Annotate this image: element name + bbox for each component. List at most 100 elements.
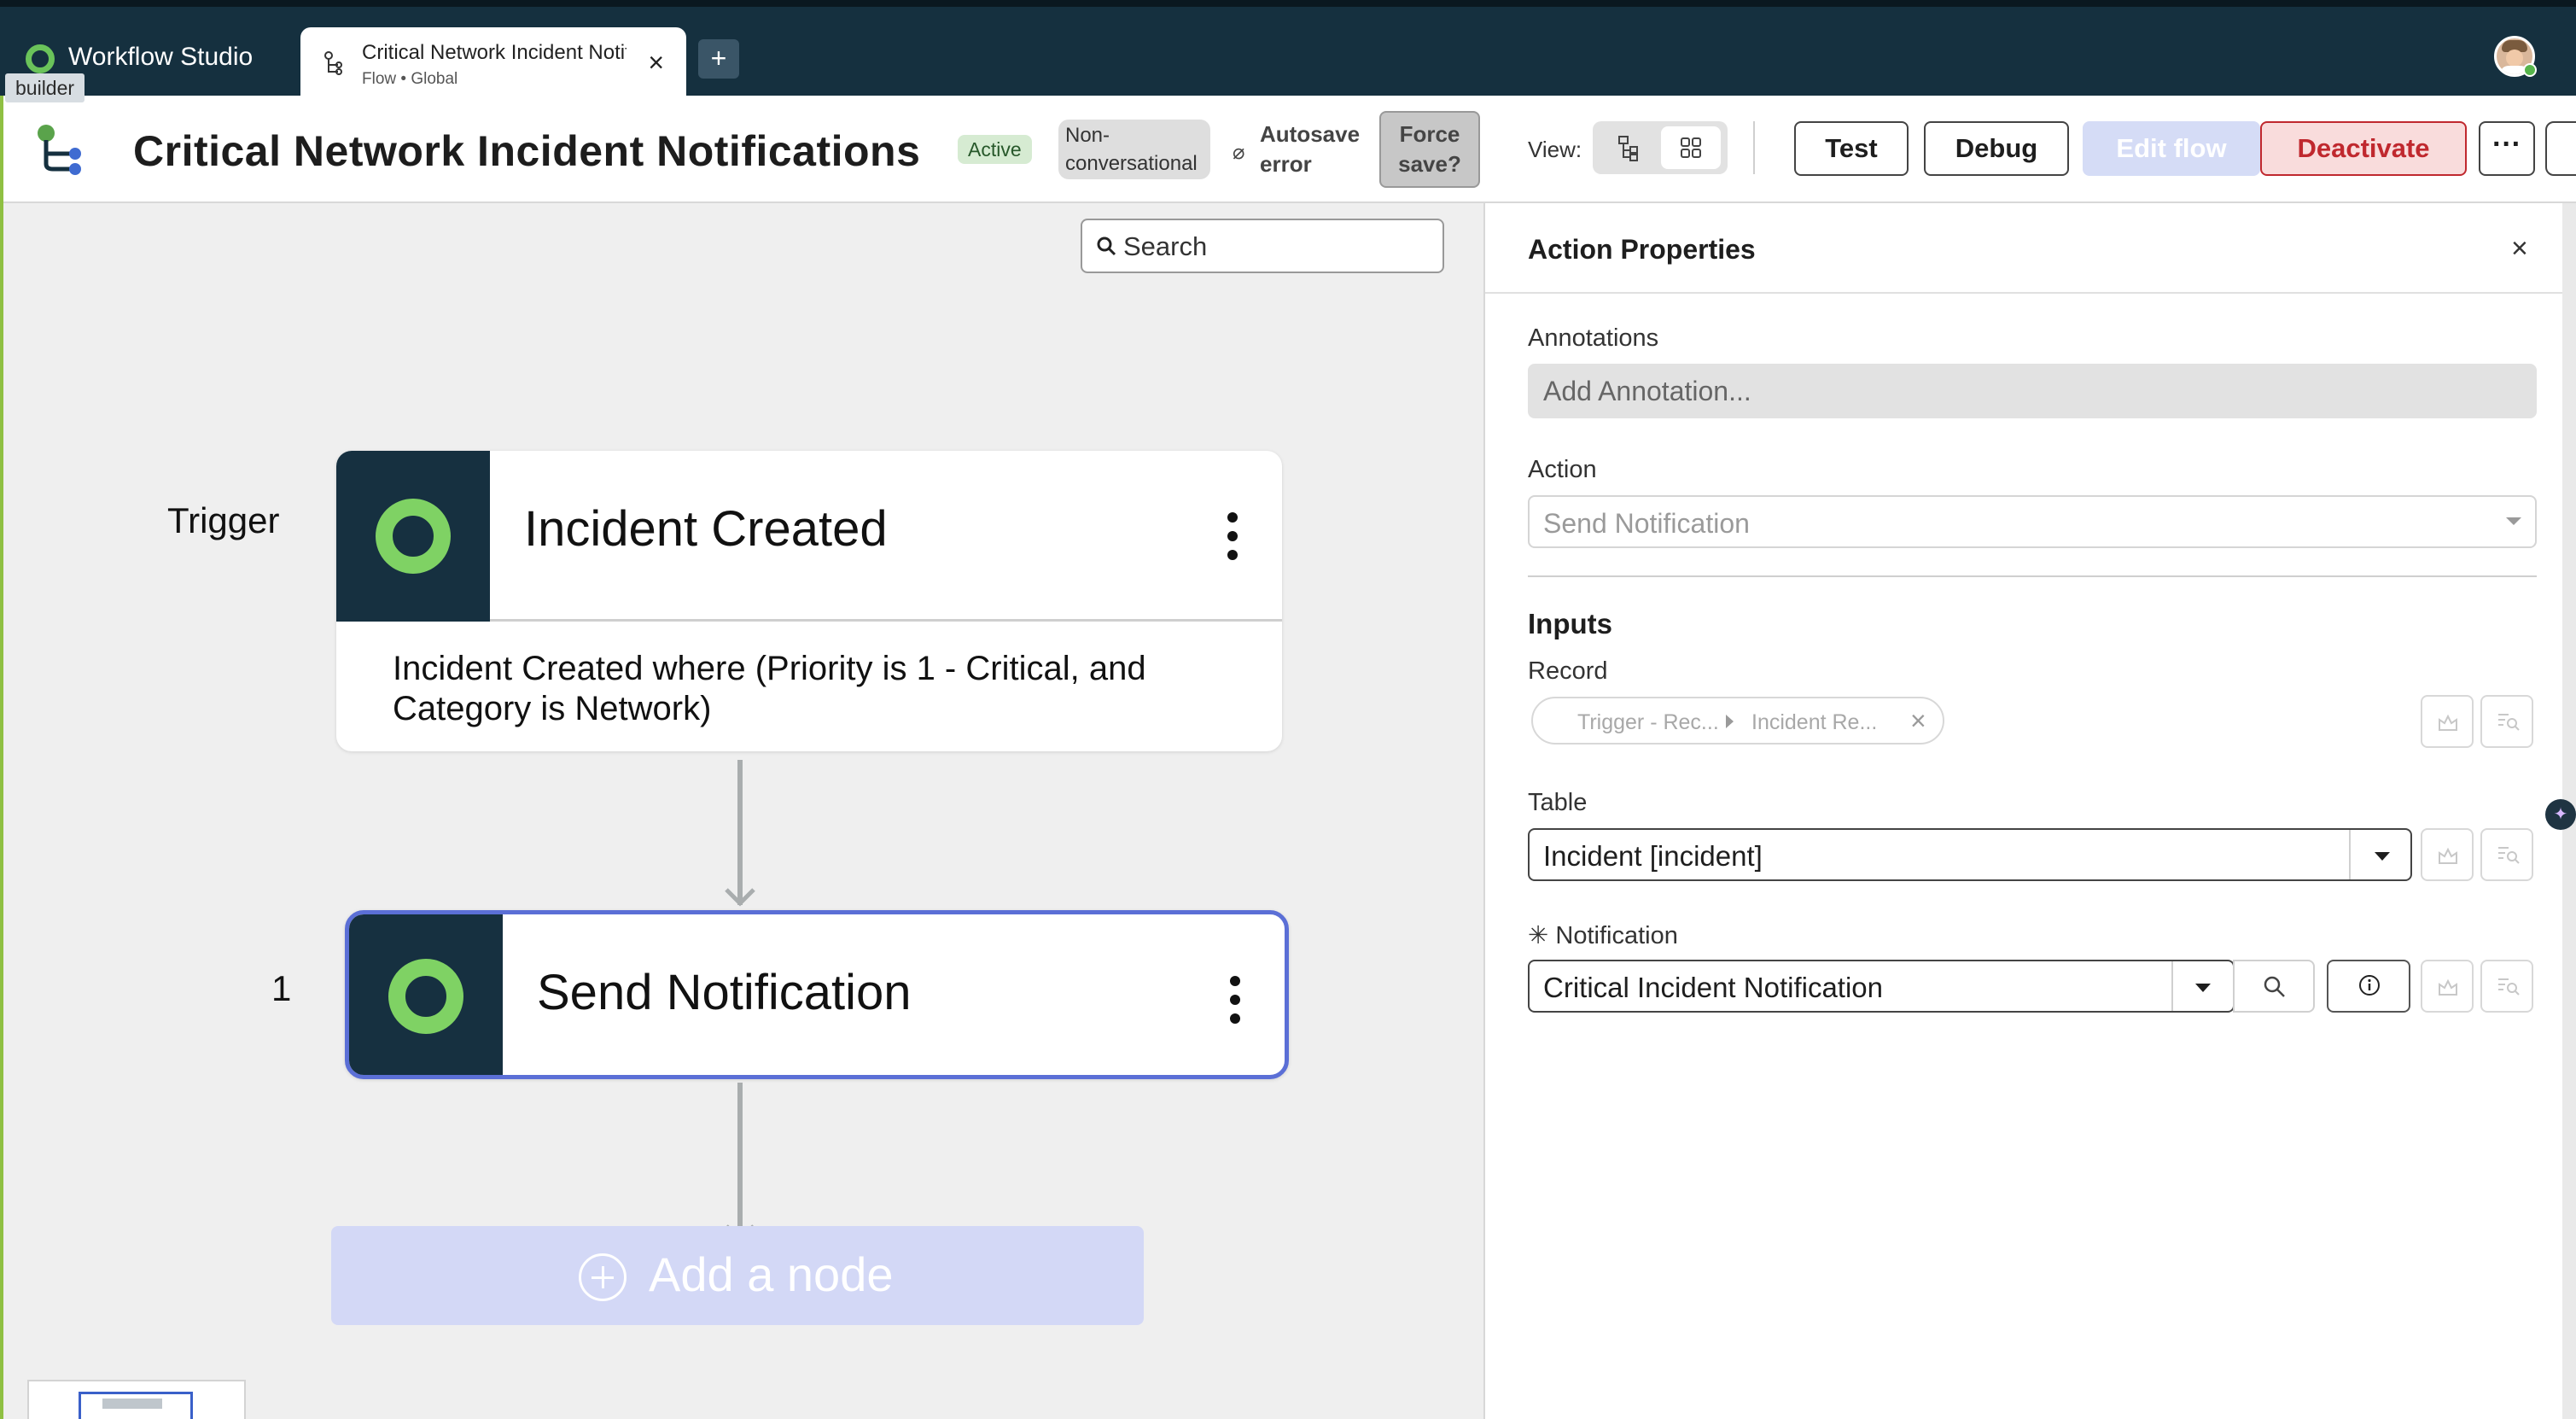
inputs-heading: Inputs <box>1528 608 1612 639</box>
annotations-label: Annotations <box>1528 324 1659 352</box>
arrow-down-icon <box>725 888 755 907</box>
trigger-label: Trigger <box>167 500 280 540</box>
caret-right-icon <box>1726 715 1734 728</box>
pill-segment-trigger: Trigger - Rec... <box>1577 710 1719 734</box>
kebab-icon[interactable] <box>1227 512 1238 560</box>
flow-canvas[interactable]: Trigger Incident Created Incident Create… <box>3 203 1483 1419</box>
chevron-down-icon <box>2506 517 2521 525</box>
autosave-error-icon: ⌀ <box>1233 141 1245 164</box>
canvas-search[interactable] <box>1081 219 1444 273</box>
notification-value: Critical Incident Notification <box>1543 972 1883 1003</box>
data-pill-icon <box>2439 714 2457 731</box>
autosave-status: Autosave error <box>1260 121 1361 177</box>
chevron-down-icon <box>2195 984 2211 992</box>
picker-icon <box>2498 847 2520 864</box>
minimap-viewport[interactable] <box>79 1392 193 1419</box>
tab-flow[interactable]: Critical Network Incident Notifications … <box>300 27 686 104</box>
top-bar: Workflow Studio Critical Network Inciden… <box>0 0 2576 104</box>
page-title: Critical Network Incident Notifications <box>133 127 921 175</box>
add-node-label: Add a node <box>649 1247 894 1301</box>
action-card[interactable]: Send Notification <box>345 910 1289 1079</box>
grid-view-icon <box>1681 137 1701 158</box>
action-label: Action <box>1528 456 1597 483</box>
picker-icon <box>2498 714 2520 731</box>
edit-flow-button[interactable]: Edit flow <box>2083 121 2260 176</box>
plus-icon[interactable]: + <box>698 39 739 79</box>
divider <box>1753 121 1755 174</box>
data-pill-button[interactable] <box>2421 828 2474 881</box>
tab-title: Critical Network Incident Notifications <box>362 41 627 64</box>
online-status-icon <box>2523 63 2537 77</box>
panel-title: Action Properties <box>1528 234 1756 265</box>
tab-subtitle: Flow • Global <box>362 70 458 88</box>
kebab-icon[interactable] <box>1230 976 1240 1024</box>
grid-view-button[interactable] <box>1661 126 1721 169</box>
workflow-logo-icon <box>376 499 451 574</box>
data-picker-button[interactable] <box>2480 828 2533 881</box>
tree-view-button[interactable] <box>1598 126 1658 169</box>
overflow-button[interactable] <box>2545 121 2576 176</box>
workflow-logo-icon <box>388 959 463 1034</box>
data-pill-icon <box>2439 847 2457 864</box>
data-pill-button[interactable] <box>2421 695 2474 748</box>
data-pill-button[interactable] <box>2421 960 2474 1013</box>
pill-segment-record: Incident Re... <box>1751 710 1878 734</box>
chevron-down-icon <box>2375 852 2390 861</box>
test-button[interactable]: Test <box>1794 121 1909 176</box>
minimap[interactable] <box>27 1380 246 1419</box>
data-picker-button[interactable] <box>2480 960 2533 1013</box>
table-label: Table <box>1528 789 1588 816</box>
connector-line <box>737 1083 743 1241</box>
sparkle-icon[interactable]: ✦ <box>2545 799 2576 830</box>
info-icon <box>2359 975 2380 996</box>
info-button[interactable] <box>2327 960 2410 1013</box>
debug-button[interactable]: Debug <box>1924 121 2069 176</box>
workflow-logo-icon <box>26 44 55 73</box>
clear-icon[interactable]: × <box>1910 705 1926 737</box>
flow-logo-icon <box>38 125 81 175</box>
action-icon-box <box>349 914 503 1075</box>
notification-label-text: Notification <box>1555 922 1678 949</box>
record-data-pill[interactable]: Trigger - Rec... Incident Re... × <box>1531 697 1944 745</box>
notification-select[interactable]: Critical Incident Notification <box>1528 960 2235 1013</box>
more-options-button[interactable]: ··· <box>2479 121 2535 176</box>
app-name[interactable]: Workflow Studio <box>68 43 253 72</box>
trigger-title: Incident Created <box>524 501 888 557</box>
flow-tab-icon <box>324 51 342 75</box>
trigger-condition: Incident Created where (Priority is 1 - … <box>393 650 1146 727</box>
data-picker-button[interactable] <box>2480 695 2533 748</box>
search-icon <box>2264 976 2285 997</box>
search-icon <box>1097 236 1116 256</box>
close-icon[interactable]: × <box>648 49 664 76</box>
required-icon: ✳ <box>1528 922 1549 949</box>
flow-header: Critical Network Incident Notifications … <box>3 96 2576 203</box>
data-pill-icon <box>2439 978 2457 996</box>
close-icon[interactable]: × <box>2511 232 2528 266</box>
plus-circle-icon <box>579 1253 627 1301</box>
add-node-button[interactable]: Add a node <box>331 1226 1144 1325</box>
view-label: View: <box>1528 137 1582 162</box>
action-select[interactable]: Send Notification <box>1528 495 2537 548</box>
status-badge: Active <box>958 135 1032 164</box>
trigger-icon-box <box>336 451 490 622</box>
mode-badge: Non-conversational <box>1058 120 1210 179</box>
table-select[interactable]: Incident [incident] <box>1528 828 2412 881</box>
action-properties-panel: Action Properties × Annotations Action S… <box>1483 203 2564 1419</box>
tooltip: builder <box>5 73 85 102</box>
action-value: Send Notification <box>1543 508 1750 539</box>
step-number: 1 <box>271 968 292 1008</box>
view-toggle <box>1593 121 1728 174</box>
record-label: Record <box>1528 657 1608 685</box>
action-title: Send Notification <box>537 965 912 1020</box>
tree-view-icon <box>1618 136 1638 161</box>
panel-header: Action Properties × <box>1485 203 2564 294</box>
notification-lookup-button[interactable] <box>2233 960 2315 1013</box>
notification-label: ✳ Notification <box>1528 920 1678 950</box>
force-save-button[interactable]: Force save? <box>1379 111 1480 188</box>
deactivate-button[interactable]: Deactivate <box>2260 121 2467 176</box>
picker-icon <box>2498 978 2520 996</box>
trigger-card[interactable]: Incident Created Incident Created where … <box>336 451 1282 751</box>
table-value: Incident [incident] <box>1543 840 1763 872</box>
search-input[interactable] <box>1123 231 1431 263</box>
annotation-input[interactable] <box>1528 364 2537 418</box>
